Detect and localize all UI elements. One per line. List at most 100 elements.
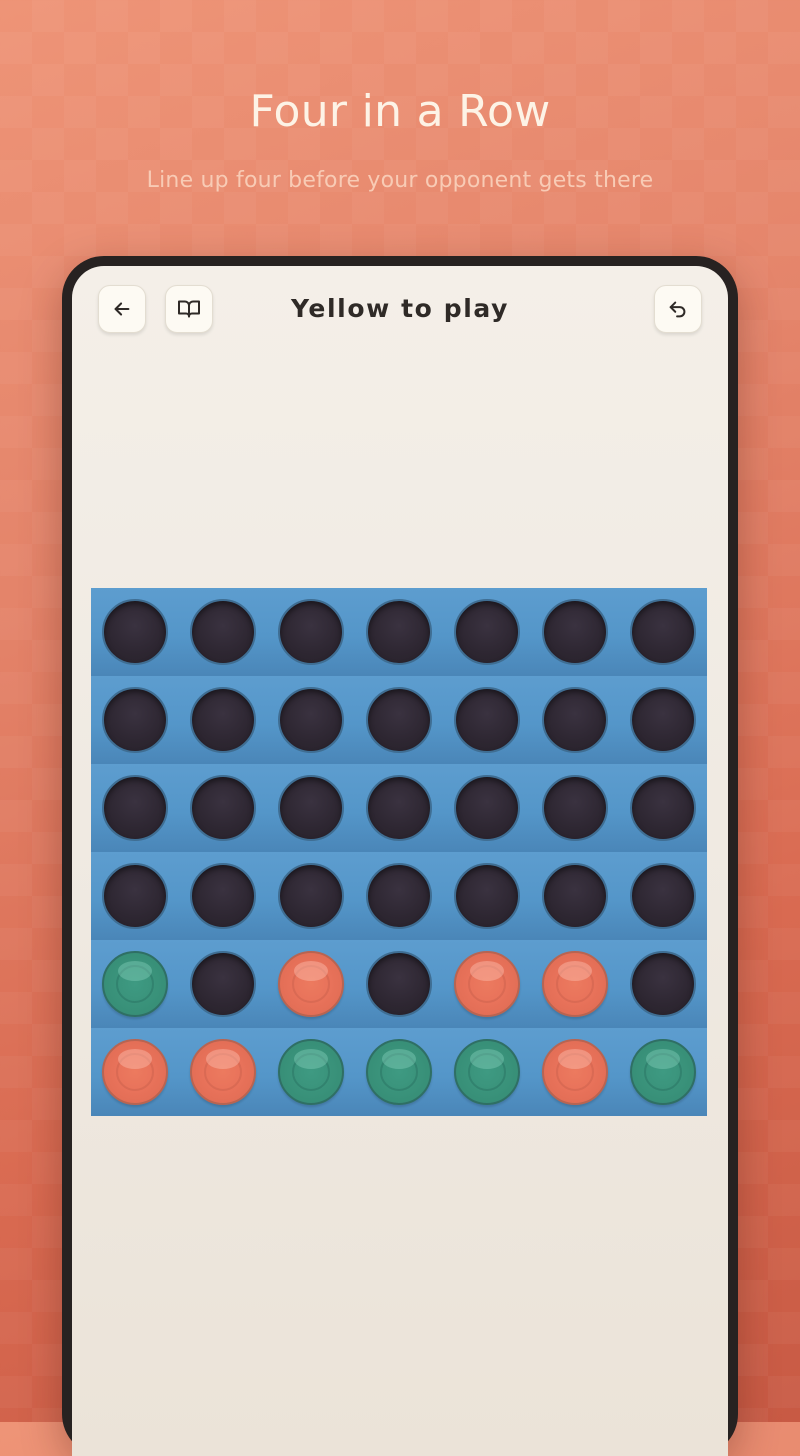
empty-slot [278, 775, 344, 841]
board-row [91, 676, 707, 764]
board-cell[interactable] [179, 676, 267, 764]
board-cell[interactable] [619, 1028, 707, 1116]
board-cell[interactable] [267, 676, 355, 764]
board-cell[interactable] [91, 852, 179, 940]
empty-slot [454, 863, 520, 929]
orange-disc [542, 1039, 608, 1105]
board-cell[interactable] [355, 940, 443, 1028]
board-cell[interactable] [355, 1028, 443, 1116]
orange-disc [278, 951, 344, 1017]
board-row [91, 940, 707, 1028]
empty-slot [190, 687, 256, 753]
board-cell[interactable] [91, 1028, 179, 1116]
empty-slot [630, 599, 696, 665]
device-frame: Yellow to play [62, 256, 738, 1456]
board-cell[interactable] [443, 588, 531, 676]
disc-highlight [206, 1049, 240, 1069]
board-cell[interactable] [267, 764, 355, 852]
board-cell[interactable] [531, 676, 619, 764]
empty-slot [278, 599, 344, 665]
empty-slot [630, 951, 696, 1017]
empty-slot [542, 687, 608, 753]
disc-highlight [558, 961, 592, 981]
board-cell[interactable] [443, 940, 531, 1028]
undo-button[interactable] [654, 285, 702, 333]
board-cell[interactable] [91, 764, 179, 852]
empty-slot [190, 775, 256, 841]
empty-slot [630, 687, 696, 753]
app-title: Four in a Row [249, 86, 551, 137]
board-cell[interactable] [267, 852, 355, 940]
board-row [91, 588, 707, 676]
board-cell[interactable] [91, 676, 179, 764]
board-cell[interactable] [619, 588, 707, 676]
board-cell[interactable] [267, 1028, 355, 1116]
empty-slot [366, 687, 432, 753]
empty-slot [542, 863, 608, 929]
empty-slot [454, 775, 520, 841]
empty-slot [542, 775, 608, 841]
empty-slot [102, 775, 168, 841]
disc-highlight [118, 961, 152, 981]
board-cell[interactable] [531, 940, 619, 1028]
orange-disc [454, 951, 520, 1017]
board-cell[interactable] [179, 852, 267, 940]
board-cell[interactable] [619, 676, 707, 764]
board-cell[interactable] [179, 764, 267, 852]
board-cell[interactable] [531, 764, 619, 852]
board-cell[interactable] [531, 1028, 619, 1116]
board-cell[interactable] [179, 940, 267, 1028]
empty-slot [190, 863, 256, 929]
board-cell[interactable] [267, 588, 355, 676]
orange-disc [542, 951, 608, 1017]
board-cell[interactable] [355, 588, 443, 676]
orange-disc [190, 1039, 256, 1105]
board-cell[interactable] [619, 764, 707, 852]
disc-highlight [470, 961, 504, 981]
disc-highlight [558, 1049, 592, 1069]
board-cell[interactable] [443, 852, 531, 940]
orange-disc [102, 1039, 168, 1105]
game-board[interactable] [91, 588, 707, 1116]
board-cell[interactable] [619, 852, 707, 940]
empty-slot [102, 687, 168, 753]
board-cell[interactable] [267, 940, 355, 1028]
disc-highlight [646, 1049, 680, 1069]
empty-slot [542, 599, 608, 665]
green-disc [630, 1039, 696, 1105]
empty-slot [454, 599, 520, 665]
board-cell[interactable] [91, 588, 179, 676]
green-disc [454, 1039, 520, 1105]
disc-highlight [118, 1049, 152, 1069]
board-cell[interactable] [179, 1028, 267, 1116]
board-cell[interactable] [531, 852, 619, 940]
board-row [91, 764, 707, 852]
board-row [91, 852, 707, 940]
board-cell[interactable] [531, 588, 619, 676]
turn-status: Yellow to play [291, 294, 509, 323]
board-cell[interactable] [443, 764, 531, 852]
empty-slot [102, 863, 168, 929]
board-cell[interactable] [91, 940, 179, 1028]
board-cell[interactable] [443, 676, 531, 764]
empty-slot [190, 599, 256, 665]
board-row [91, 1028, 707, 1116]
empty-slot [278, 687, 344, 753]
board-cell[interactable] [355, 676, 443, 764]
green-disc [366, 1039, 432, 1105]
disc-highlight [470, 1049, 504, 1069]
empty-slot [366, 599, 432, 665]
empty-slot [366, 863, 432, 929]
disc-highlight [294, 961, 328, 981]
board-cell[interactable] [179, 588, 267, 676]
empty-slot [630, 775, 696, 841]
green-disc [278, 1039, 344, 1105]
board-cell[interactable] [619, 940, 707, 1028]
board-cell[interactable] [443, 1028, 531, 1116]
empty-slot [366, 951, 432, 1017]
board-cell[interactable] [355, 852, 443, 940]
game-screen: Yellow to play [72, 266, 728, 1456]
empty-slot [102, 599, 168, 665]
green-disc [102, 951, 168, 1017]
board-cell[interactable] [355, 764, 443, 852]
